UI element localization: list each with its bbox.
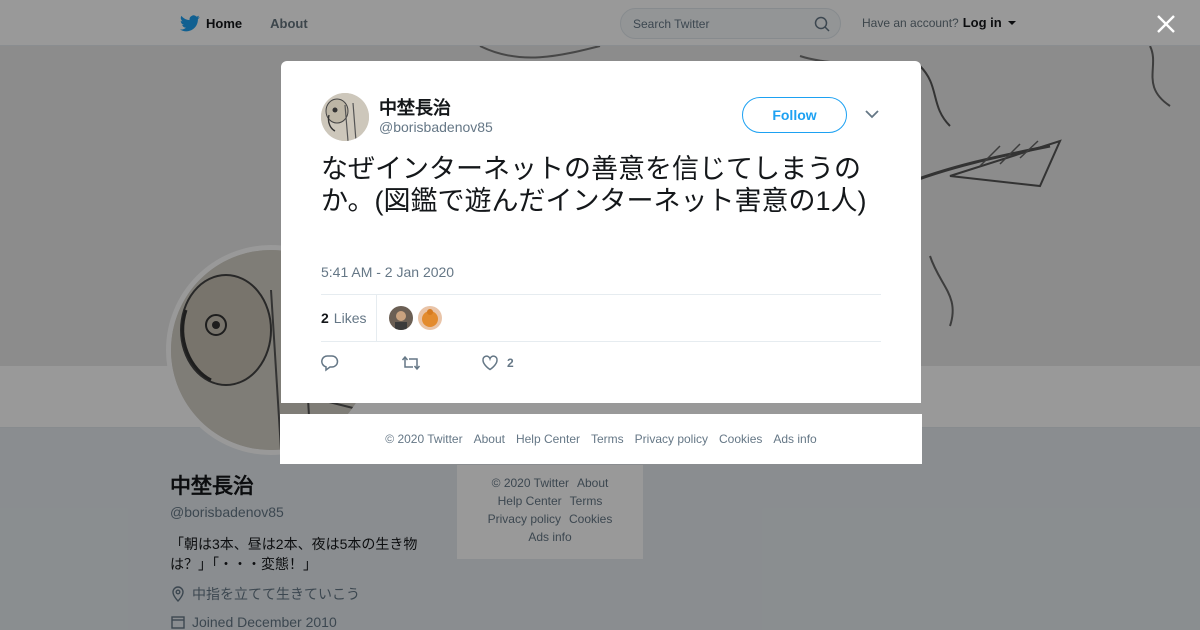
modal-footer-cookies[interactable]: Cookies [719, 432, 762, 446]
liker-avatar[interactable] [418, 306, 443, 330]
like-action-count: 2 [507, 356, 514, 370]
heart-icon [482, 355, 498, 371]
tweet-author-name[interactable]: 中埜長治 [379, 94, 451, 120]
follow-button[interactable]: Follow [742, 97, 847, 133]
likes-count-label: Likes [333, 310, 367, 326]
liker-avatar[interactable] [389, 306, 414, 330]
tweet-modal: 中埜長治 @borisbadenov85 Follow なぜインターネットの善意… [281, 61, 921, 403]
reply-button[interactable] [321, 354, 401, 372]
reply-icon [321, 355, 339, 372]
modal-footer-ads[interactable]: Ads info [773, 432, 816, 446]
modal-footer: © 2020 Twitter About Help Center Terms P… [280, 414, 922, 464]
tweet-actions: 2 [321, 353, 561, 373]
modal-footer-terms[interactable]: Terms [591, 432, 624, 446]
likers-list [389, 306, 443, 330]
tweet-stats: 2 Likes [321, 294, 881, 342]
retweet-button[interactable] [401, 354, 481, 372]
modal-footer-help[interactable]: Help Center [516, 432, 580, 446]
likes-count-value: 2 [321, 310, 329, 326]
tweet-author-avatar[interactable] [321, 93, 369, 141]
chevron-down-icon[interactable] [865, 109, 879, 119]
modal-footer-copyright: © 2020 Twitter [385, 432, 463, 446]
likes-count[interactable]: 2 Likes [321, 294, 378, 342]
tweet-timestamp[interactable]: 5:41 AM - 2 Jan 2020 [321, 264, 454, 280]
tweet-author-handle[interactable]: @borisbadenov85 [379, 119, 493, 135]
modal-footer-privacy[interactable]: Privacy policy [635, 432, 708, 446]
like-button[interactable]: 2 [481, 354, 561, 372]
close-icon[interactable] [1154, 12, 1178, 36]
modal-footer-about[interactable]: About [474, 432, 505, 446]
retweet-icon [401, 355, 421, 371]
tweet-text: なぜインターネットの善意を信じてしまうのか。(図鑑で遊んだインターネット害意の1… [321, 154, 867, 216]
